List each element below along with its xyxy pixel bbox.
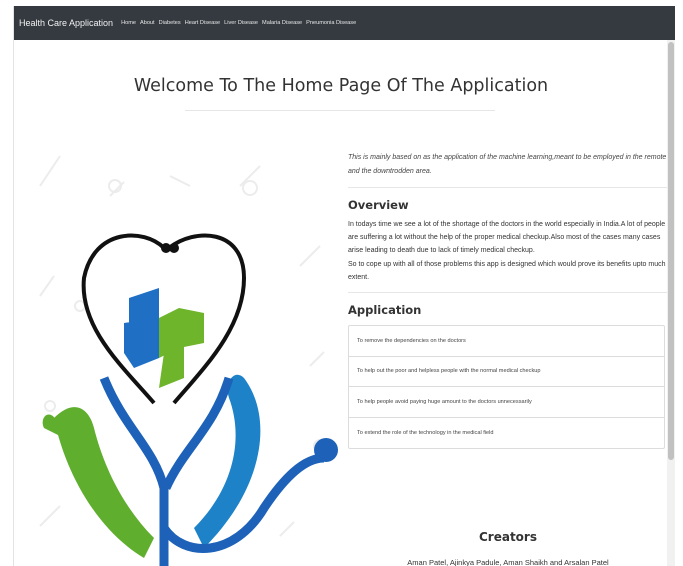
divider xyxy=(348,187,668,188)
nav-link-liver-disease[interactable]: Liver Disease xyxy=(224,20,258,26)
application-list: To remove the dependencies on the doctor… xyxy=(348,325,665,450)
browser-viewport: Health Care Application Home About Diabe… xyxy=(13,6,675,566)
navbar: Health Care Application Home About Diabe… xyxy=(14,6,675,40)
nav-link-home[interactable]: Home xyxy=(121,20,136,26)
scrollbar-thumb[interactable] xyxy=(668,42,674,460)
medical-cross-icon xyxy=(124,288,204,388)
scrollbar[interactable] xyxy=(667,40,675,566)
stethoscope-heart-logo xyxy=(42,233,338,566)
nav-link-pneumonia-disease[interactable]: Pneumonia Disease xyxy=(306,20,356,26)
overview-paragraph: In todays time we see a lot of the short… xyxy=(348,221,666,255)
content-column: This is mainly based on as the applicati… xyxy=(348,151,668,450)
list-item: To help people avoid paying huge amount … xyxy=(349,387,664,418)
list-item: To remove the dependencies on the doctor… xyxy=(349,326,664,357)
navbar-brand[interactable]: Health Care Application xyxy=(19,18,113,28)
list-item: To help out the poor and helpless people… xyxy=(349,357,664,388)
nav-link-diabetes[interactable]: Diabetes xyxy=(159,20,181,26)
nav-link-heart-disease[interactable]: Heart Disease xyxy=(185,20,220,26)
overview-paragraph: So to cope up with all of those problems… xyxy=(348,260,666,281)
creators-names: Aman Patel, Ajinkya Padule, Aman Shaikh … xyxy=(407,558,609,566)
title-divider xyxy=(185,110,495,111)
overview-heading: Overview xyxy=(348,198,409,212)
list-item: To extend the role of the technology in … xyxy=(357,429,494,436)
hand-icon xyxy=(54,407,154,558)
nav-link-malaria-disease[interactable]: Malaria Disease xyxy=(262,20,302,26)
application-heading: Application xyxy=(348,303,422,318)
creators-heading: Creators xyxy=(478,530,537,544)
divider xyxy=(348,292,668,294)
page-title: Welcome To The Home Page Of The Applicat… xyxy=(133,76,549,96)
intro-text: This is mainly based on as the applicati… xyxy=(348,154,667,175)
nav-link-about[interactable]: About xyxy=(140,20,155,26)
